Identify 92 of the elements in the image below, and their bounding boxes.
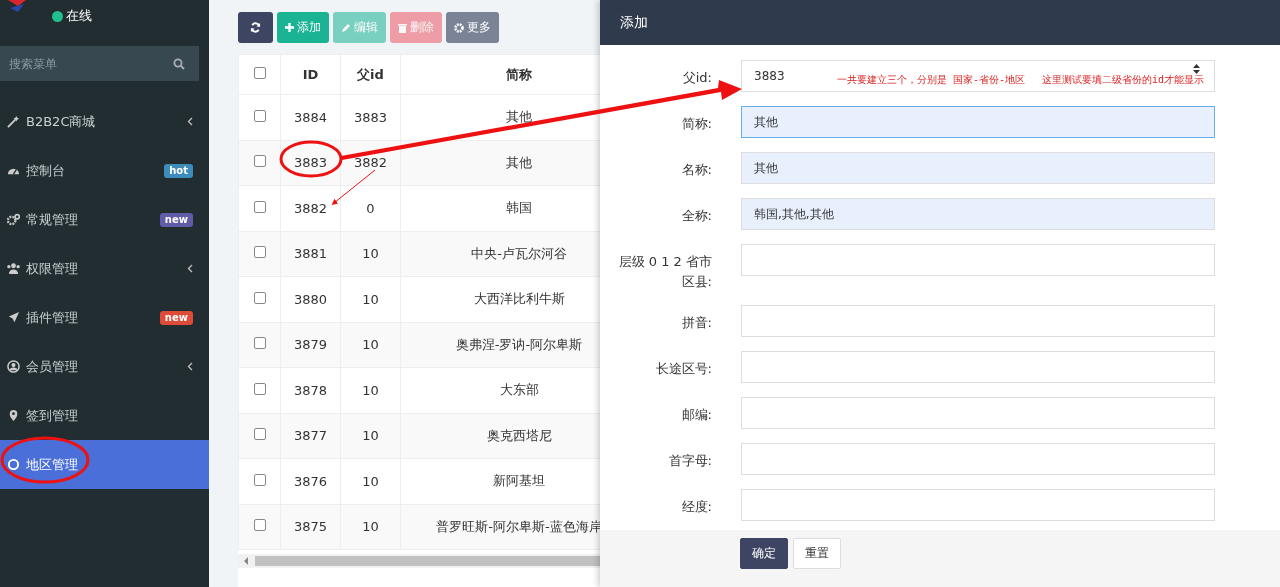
table-cell: 10 [340,231,401,277]
map-pin-icon [7,409,20,422]
field-label: 拼音: [680,314,712,332]
field-label: 全称: [680,207,712,225]
badge: new [159,212,193,227]
refresh-icon [250,22,261,33]
sidebar-item[interactable]: 签到管理 [0,391,209,440]
annotation-note: 这里测试要填二级省份的id才能显示 [1042,73,1205,87]
checkbox[interactable] [253,519,266,532]
table-cell: 3879 [280,322,341,368]
checkbox[interactable] [253,291,266,304]
checkbox[interactable] [253,200,266,213]
sidebar-item[interactable]: 常规管理 new [0,195,209,244]
checkbox[interactable] [253,382,266,395]
table-cell: 0 [340,185,401,231]
table-cell: 10 [340,276,401,322]
table-cell: 3880 [280,276,341,322]
annotation-arrow [331,169,376,205]
trash-icon [398,22,407,33]
field-label: 邮编: [680,406,712,424]
search-icon [173,58,185,70]
sidebar-item[interactable]: 控制台 hot [0,146,209,195]
column-header: 父id [340,54,401,95]
spinner-icon [1193,64,1200,74]
table-cell: 3881 [280,231,341,277]
sidebar-item[interactable]: B2B2C商城 [0,97,209,146]
table-cell: 3883 [280,140,341,186]
input-field[interactable] [741,397,1215,429]
column-header: ID [280,54,341,95]
field-label: 经度: [680,498,712,516]
online-status: 在线 [66,7,92,25]
gear-icon [454,22,464,33]
input-field[interactable]: 其他 [741,106,1215,138]
table-cell: 3876 [280,458,341,504]
wand-icon [7,115,20,128]
checkbox[interactable] [253,246,266,259]
field-label: 名称: [680,161,712,179]
chevron-icon [187,117,193,126]
logo-icon [6,0,28,14]
input-field[interactable]: 韩国,其他,其他 [741,198,1215,230]
table-cell: 3875 [280,504,341,550]
field-label: 简称: [680,115,712,133]
more-button[interactable]: 更多 [446,12,499,43]
input-field[interactable]: 3883 一共要建立三个，分别是 国家-省份-地区 这里测试要填二级省份的id才能显示 [741,60,1215,92]
checkbox[interactable] [253,428,266,441]
scroll-left-icon[interactable] [244,557,249,565]
table-cell: 10 [340,322,401,368]
table-cell: 3882 [280,185,341,231]
input-field[interactable] [741,443,1215,475]
annotation-circle [279,140,343,178]
sidebar-item[interactable]: 地区管理 [0,440,209,489]
input-field[interactable] [741,489,1215,521]
input-field[interactable]: 其他 [741,152,1215,184]
table-cell: 10 [340,367,401,413]
pencil-icon [341,22,351,33]
badge: new [159,310,193,325]
sidebar-item[interactable]: 权限管理 [0,244,209,293]
field-label: 长途区号: [654,360,712,378]
checkbox[interactable] [253,109,266,122]
user-circle-icon [7,360,20,373]
table-cell: 3877 [280,413,341,459]
plus-icon [285,23,294,32]
checkbox[interactable] [253,155,266,168]
chevron-icon [187,362,193,371]
table-cell: 10 [340,504,401,550]
checkbox[interactable] [253,473,266,486]
annotation-note: 一共要建立三个，分别是 国家-省份-地区 [837,73,1026,87]
dialog-title: 添加 [620,13,648,32]
input-field[interactable] [741,244,1215,276]
table-cell: 3883 [340,94,401,140]
chevron-icon [187,264,193,273]
badge: hot [164,163,193,178]
checkbox[interactable] [253,67,266,79]
input-field[interactable] [741,351,1215,383]
gears-icon [7,213,20,226]
sidebar-item[interactable]: 插件管理 new [0,293,209,342]
input-field[interactable] [741,305,1215,337]
online-dot [52,10,63,22]
refresh-button[interactable] [238,12,273,43]
search-field[interactable]: 搜索菜单 [0,46,199,81]
users-icon [7,262,20,275]
table-cell: 3884 [280,94,341,140]
table-cell: 10 [340,458,401,504]
field-label: 父id: [681,69,712,87]
confirm-button[interactable]: 确定 [740,538,788,569]
circle-icon [7,458,20,471]
table-cell: 3878 [280,367,341,413]
checkbox[interactable] [253,337,266,350]
field-label: 首字母: [667,452,712,470]
reset-button[interactable]: 重置 [793,538,841,569]
table-cell: 10 [340,413,401,459]
sidebar-item[interactable]: 会员管理 [0,342,209,391]
